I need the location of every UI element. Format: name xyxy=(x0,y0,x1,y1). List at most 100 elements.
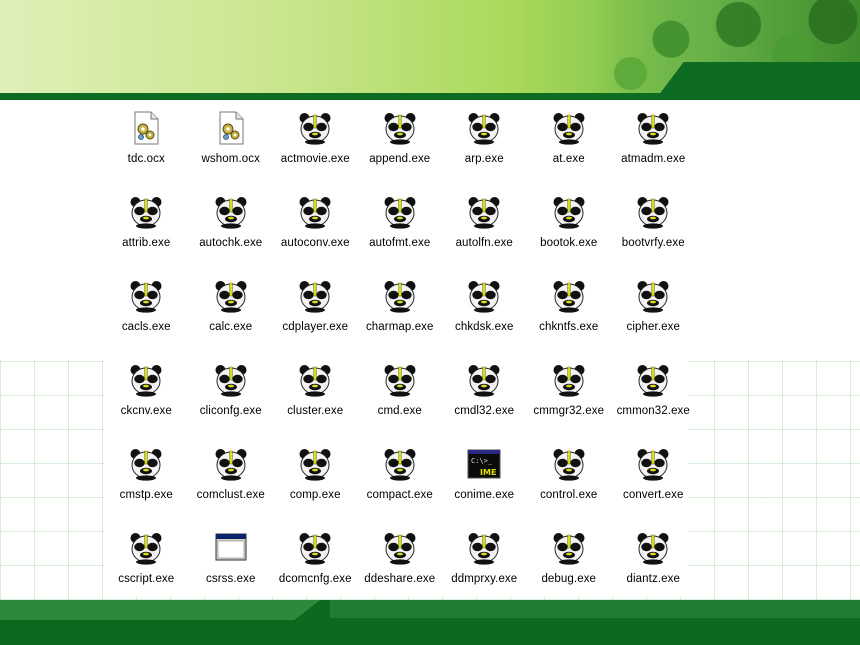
file-icon-view: tdc.ocx wshom.ocx actmovie.exe append.ex… xyxy=(104,100,690,596)
file-item[interactable]: charmap.exe xyxy=(358,274,443,358)
panda-exe-icon xyxy=(466,358,502,398)
file-item[interactable]: convert.exe xyxy=(611,442,696,526)
panda-exe-icon xyxy=(466,526,502,566)
file-item[interactable]: comp.exe xyxy=(273,442,358,526)
file-item[interactable]: arp.exe xyxy=(442,106,527,190)
panda-exe-icon xyxy=(213,190,249,230)
file-item[interactable]: ckcnv.exe xyxy=(104,358,189,442)
file-name-label: bootok.exe xyxy=(540,237,598,249)
svg-text:C:\>_: C:\>_ xyxy=(471,457,493,465)
file-name-label: comp.exe xyxy=(289,489,341,501)
file-item[interactable]: append.exe xyxy=(358,106,443,190)
file-name-label: compact.exe xyxy=(366,489,433,501)
ime-console-icon: C:\>_ IME xyxy=(466,442,502,482)
panda-exe-icon xyxy=(297,106,333,146)
window-app-icon xyxy=(213,526,249,566)
file-item[interactable]: compact.exe xyxy=(358,442,443,526)
panda-exe-icon xyxy=(382,526,418,566)
file-item[interactable]: cmmgr32.exe xyxy=(527,358,612,442)
panda-exe-icon xyxy=(297,358,333,398)
panda-exe-icon xyxy=(382,274,418,314)
file-item[interactable]: cscript.exe xyxy=(104,526,189,610)
panda-exe-icon xyxy=(635,358,671,398)
file-item[interactable]: bootvrfy.exe xyxy=(611,190,696,274)
file-item[interactable]: cmd.exe xyxy=(358,358,443,442)
file-item[interactable]: atmadm.exe xyxy=(611,106,696,190)
file-item[interactable]: at.exe xyxy=(527,106,612,190)
file-item[interactable]: cacls.exe xyxy=(104,274,189,358)
panda-exe-icon xyxy=(128,358,164,398)
svg-text:IME: IME xyxy=(480,468,496,477)
panda-exe-icon xyxy=(128,526,164,566)
file-name-label: cmdl32.exe xyxy=(454,405,515,417)
file-item[interactable]: debug.exe xyxy=(527,526,612,610)
file-item[interactable]: attrib.exe xyxy=(104,190,189,274)
file-name-label: convert.exe xyxy=(622,489,684,501)
panda-exe-icon xyxy=(382,190,418,230)
file-item[interactable]: C:\>_ IME conime.exe xyxy=(442,442,527,526)
file-name-label: diantz.exe xyxy=(626,573,680,585)
file-item[interactable]: chkntfs.exe xyxy=(527,274,612,358)
panda-exe-icon xyxy=(382,442,418,482)
file-item[interactable]: wshom.ocx xyxy=(189,106,274,190)
file-item[interactable]: comclust.exe xyxy=(189,442,274,526)
panda-exe-icon xyxy=(128,442,164,482)
file-item[interactable]: ddeshare.exe xyxy=(358,526,443,610)
file-name-label: control.exe xyxy=(540,489,598,501)
file-item[interactable]: cipher.exe xyxy=(611,274,696,358)
file-item[interactable]: ddmprxy.exe xyxy=(442,526,527,610)
file-item[interactable]: autolfn.exe xyxy=(442,190,527,274)
panda-exe-icon xyxy=(551,190,587,230)
file-name-label: cmmgr32.exe xyxy=(533,405,605,417)
file-item[interactable]: cluster.exe xyxy=(273,358,358,442)
file-item[interactable]: cmmon32.exe xyxy=(611,358,696,442)
ocx-file-icon xyxy=(128,106,164,146)
file-name-label: csrss.exe xyxy=(206,573,256,585)
file-name-label: wshom.ocx xyxy=(201,153,260,165)
file-item[interactable]: calc.exe xyxy=(189,274,274,358)
file-name-label: autolfn.exe xyxy=(455,237,513,249)
file-item[interactable]: autoconv.exe xyxy=(273,190,358,274)
file-name-label: tdc.ocx xyxy=(127,153,165,165)
panda-exe-icon xyxy=(466,106,502,146)
file-name-label: dcomcnfg.exe xyxy=(278,573,352,585)
file-name-label: cmd.exe xyxy=(377,405,422,417)
header-corner-block xyxy=(655,62,860,100)
panda-exe-icon xyxy=(466,274,502,314)
panda-exe-icon xyxy=(382,358,418,398)
panda-exe-icon xyxy=(635,106,671,146)
file-item[interactable]: autochk.exe xyxy=(189,190,274,274)
file-item[interactable]: bootok.exe xyxy=(527,190,612,274)
file-item[interactable]: cmdl32.exe xyxy=(442,358,527,442)
file-item[interactable]: control.exe xyxy=(527,442,612,526)
panda-exe-icon xyxy=(213,358,249,398)
file-item[interactable]: csrss.exe xyxy=(189,526,274,610)
file-item[interactable]: cmstp.exe xyxy=(104,442,189,526)
file-name-label: ddmprxy.exe xyxy=(451,573,518,585)
file-item[interactable]: diantz.exe xyxy=(611,526,696,610)
panda-exe-icon xyxy=(128,190,164,230)
file-item[interactable]: dcomcnfg.exe xyxy=(273,526,358,610)
file-name-label: conime.exe xyxy=(454,489,515,501)
panda-exe-icon xyxy=(297,442,333,482)
file-item[interactable]: cdplayer.exe xyxy=(273,274,358,358)
file-grid: tdc.ocx wshom.ocx actmovie.exe append.ex… xyxy=(104,100,690,610)
file-name-label: ckcnv.exe xyxy=(120,405,172,417)
file-name-label: attrib.exe xyxy=(122,237,171,249)
file-item[interactable]: cliconfg.exe xyxy=(189,358,274,442)
file-item[interactable]: actmovie.exe xyxy=(273,106,358,190)
file-name-label: arp.exe xyxy=(464,153,504,165)
file-name-label: at.exe xyxy=(552,153,585,165)
file-item[interactable]: autofmt.exe xyxy=(358,190,443,274)
panda-exe-icon xyxy=(213,442,249,482)
panda-exe-icon xyxy=(551,274,587,314)
panda-exe-icon xyxy=(635,274,671,314)
file-name-label: cmstp.exe xyxy=(119,489,173,501)
file-item[interactable]: chkdsk.exe xyxy=(442,274,527,358)
file-name-label: bootvrfy.exe xyxy=(621,237,685,249)
ocx-file-icon xyxy=(213,106,249,146)
file-name-label: charmap.exe xyxy=(365,321,434,333)
file-name-label: debug.exe xyxy=(541,573,597,585)
file-item[interactable]: tdc.ocx xyxy=(104,106,189,190)
file-name-label: cdplayer.exe xyxy=(282,321,349,333)
